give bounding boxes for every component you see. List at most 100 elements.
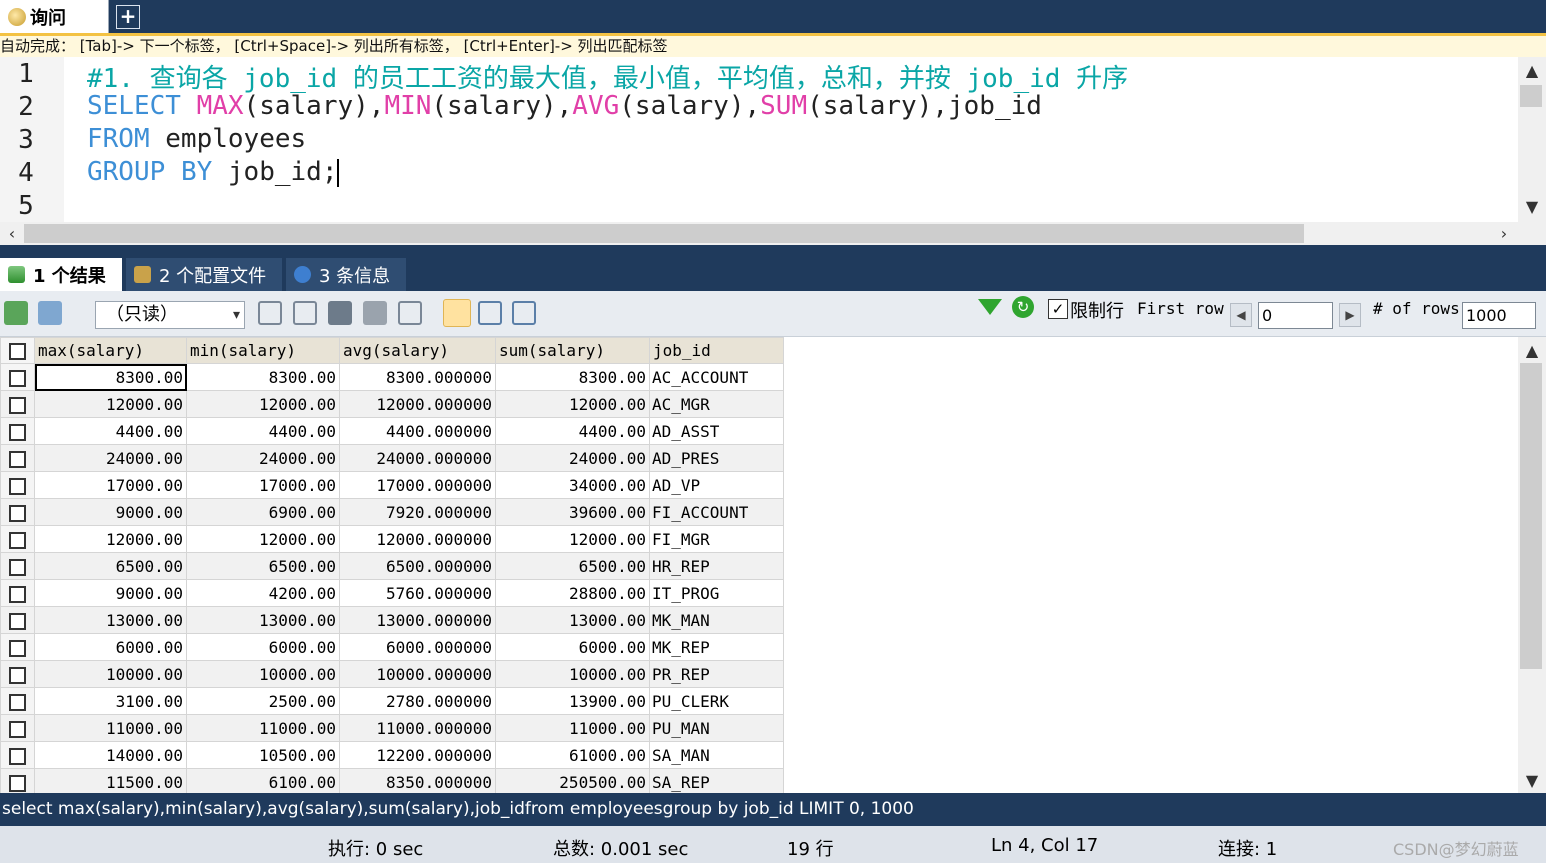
value-cell[interactable]: 6500.00 <box>495 552 650 580</box>
table-row[interactable]: 14000.00 10500.00 12200.000000 61000.00 SA_M… <box>0 741 784 769</box>
value-cell[interactable]: 4400.00 <box>186 417 340 445</box>
value-cell[interactable]: 6000.000000 <box>339 633 496 661</box>
tab-profiles[interactable]: 2 个配置文件 <box>126 258 282 291</box>
table-row[interactable]: 8300.00 8300.00 8300.000000 8300.00 AC_ACCOU… <box>0 363 784 391</box>
value-cell[interactable]: 4400.00 <box>34 417 187 445</box>
job-id-cell[interactable]: PR_REP <box>649 660 784 688</box>
value-cell[interactable]: 2780.000000 <box>339 687 496 715</box>
text-view-icon[interactable] <box>512 301 536 325</box>
job-id-cell[interactable]: FI_MGR <box>649 525 784 553</box>
value-cell[interactable]: 12000.000000 <box>339 390 496 418</box>
row-checkbox[interactable] <box>0 471 35 499</box>
scroll-down-icon[interactable]: ▼ <box>1518 771 1546 790</box>
job-id-cell[interactable]: MK_REP <box>649 633 784 661</box>
value-cell[interactable]: 11000.00 <box>186 714 340 742</box>
table-row[interactable]: 13000.00 13000.00 13000.000000 13000.00 MK_M… <box>0 606 784 634</box>
value-cell[interactable]: 8300.00 <box>495 363 650 391</box>
value-cell[interactable]: 61000.00 <box>495 741 650 769</box>
value-cell[interactable]: 2500.00 <box>186 687 340 715</box>
value-cell[interactable]: 12200.000000 <box>339 741 496 769</box>
value-cell[interactable]: 34000.00 <box>495 471 650 499</box>
readonly-select[interactable]: （只读） ▾ <box>95 301 245 329</box>
value-cell[interactable]: 17000.00 <box>34 471 187 499</box>
scroll-right-icon[interactable]: › <box>1494 222 1514 245</box>
value-cell[interactable]: 6100.00 <box>186 768 340 793</box>
row-checkbox[interactable] <box>0 525 35 553</box>
row-checkbox[interactable] <box>0 552 35 580</box>
value-cell[interactable]: 6000.00 <box>186 633 340 661</box>
limit-rows-checkbox[interactable]: ✓ <box>1048 299 1068 319</box>
value-cell[interactable]: 12000.00 <box>34 390 187 418</box>
save-icon[interactable] <box>328 301 352 325</box>
table-row[interactable]: 24000.00 24000.00 24000.000000 24000.00 AD_P… <box>0 444 784 472</box>
value-cell[interactable]: 6500.00 <box>186 552 340 580</box>
row-checkbox[interactable] <box>0 633 35 661</box>
value-cell[interactable]: 3100.00 <box>34 687 187 715</box>
row-checkbox[interactable] <box>0 498 35 526</box>
value-cell[interactable]: 5760.000000 <box>339 579 496 607</box>
grid-vertical-scrollbar[interactable]: ▲ ▼ <box>1518 337 1546 793</box>
next-page-icon[interactable]: ▶ <box>1339 303 1361 327</box>
row-checkbox[interactable] <box>0 660 35 688</box>
job-id-cell[interactable]: AD_PRES <box>649 444 784 472</box>
value-cell[interactable]: 6500.00 <box>34 552 187 580</box>
row-checkbox[interactable] <box>0 714 35 742</box>
column-header[interactable]: job_id <box>649 337 784 364</box>
value-cell[interactable]: 13000.00 <box>186 606 340 634</box>
value-cell[interactable]: 10000.00 <box>495 660 650 688</box>
value-cell[interactable]: 250500.00 <box>495 768 650 793</box>
value-cell[interactable]: 8300.00 <box>34 363 187 391</box>
value-cell[interactable]: 24000.00 <box>186 444 340 472</box>
sql-editor[interactable]: 1 2 3 4 5 #1. 查询各 job_id 的员工工资的最大值，最小值，平… <box>0 57 1546 222</box>
tab-messages[interactable]: 3 条信息 <box>286 258 406 291</box>
column-header[interactable]: sum(salary) <box>495 337 650 364</box>
value-cell[interactable]: 12000.00 <box>495 390 650 418</box>
query-tab[interactable]: 询问 <box>0 0 109 33</box>
scroll-thumb[interactable] <box>1520 85 1542 107</box>
scroll-thumb[interactable] <box>24 224 1304 243</box>
value-cell[interactable]: 4400.00 <box>495 417 650 445</box>
value-cell[interactable]: 24000.00 <box>34 444 187 472</box>
row-checkbox[interactable] <box>0 687 35 715</box>
table-row[interactable]: 9000.00 4200.00 5760.000000 28800.00 IT_PROG <box>0 579 784 607</box>
row-checkbox[interactable] <box>0 444 35 472</box>
job-id-cell[interactable]: MK_MAN <box>649 606 784 634</box>
duplicate-row-icon[interactable] <box>293 301 317 325</box>
value-cell[interactable]: 9000.00 <box>34 579 187 607</box>
value-cell[interactable]: 9000.00 <box>34 498 187 526</box>
tab-results[interactable]: 1 个结果 <box>0 258 122 291</box>
refresh-icon[interactable]: ↻ <box>1012 296 1034 318</box>
scroll-left-icon[interactable]: ‹ <box>2 222 22 245</box>
value-cell[interactable]: 11000.00 <box>495 714 650 742</box>
value-cell[interactable]: 8350.000000 <box>339 768 496 793</box>
value-cell[interactable]: 14000.00 <box>34 741 187 769</box>
value-cell[interactable]: 28800.00 <box>495 579 650 607</box>
job-id-cell[interactable]: AD_ASST <box>649 417 784 445</box>
cancel-changes-icon[interactable] <box>398 301 422 325</box>
value-cell[interactable]: 10000.00 <box>34 660 187 688</box>
value-cell[interactable]: 24000.000000 <box>339 444 496 472</box>
form-view-icon[interactable] <box>478 301 502 325</box>
scroll-up-icon[interactable]: ▲ <box>1518 61 1546 83</box>
table-row[interactable]: 12000.00 12000.00 12000.000000 12000.00 FI_M… <box>0 525 784 553</box>
column-header[interactable]: min(salary) <box>186 337 340 364</box>
job-id-cell[interactable]: AC_ACCOUNT <box>649 363 784 391</box>
row-checkbox[interactable] <box>0 390 35 418</box>
table-row[interactable]: 11500.00 6100.00 8350.000000 250500.00 SA_RE… <box>0 768 784 793</box>
value-cell[interactable]: 13000.000000 <box>339 606 496 634</box>
job-id-cell[interactable]: SA_MAN <box>649 741 784 769</box>
value-cell[interactable]: 10500.00 <box>186 741 340 769</box>
value-cell[interactable]: 6000.00 <box>34 633 187 661</box>
value-cell[interactable]: 8300.00 <box>186 363 340 391</box>
value-cell[interactable]: 6500.000000 <box>339 552 496 580</box>
rows-count-input[interactable]: 1000 <box>1462 302 1536 329</box>
row-checkbox[interactable] <box>0 606 35 634</box>
value-cell[interactable]: 24000.00 <box>495 444 650 472</box>
table-row[interactable]: 6000.00 6000.00 6000.000000 6000.00 MK_REP <box>0 633 784 661</box>
scroll-up-icon[interactable]: ▲ <box>1518 341 1546 360</box>
value-cell[interactable]: 12000.00 <box>186 390 340 418</box>
select-all-checkbox[interactable] <box>0 337 35 364</box>
value-cell[interactable]: 10000.00 <box>186 660 340 688</box>
value-cell[interactable]: 6000.00 <box>495 633 650 661</box>
column-header[interactable]: avg(salary) <box>339 337 496 364</box>
